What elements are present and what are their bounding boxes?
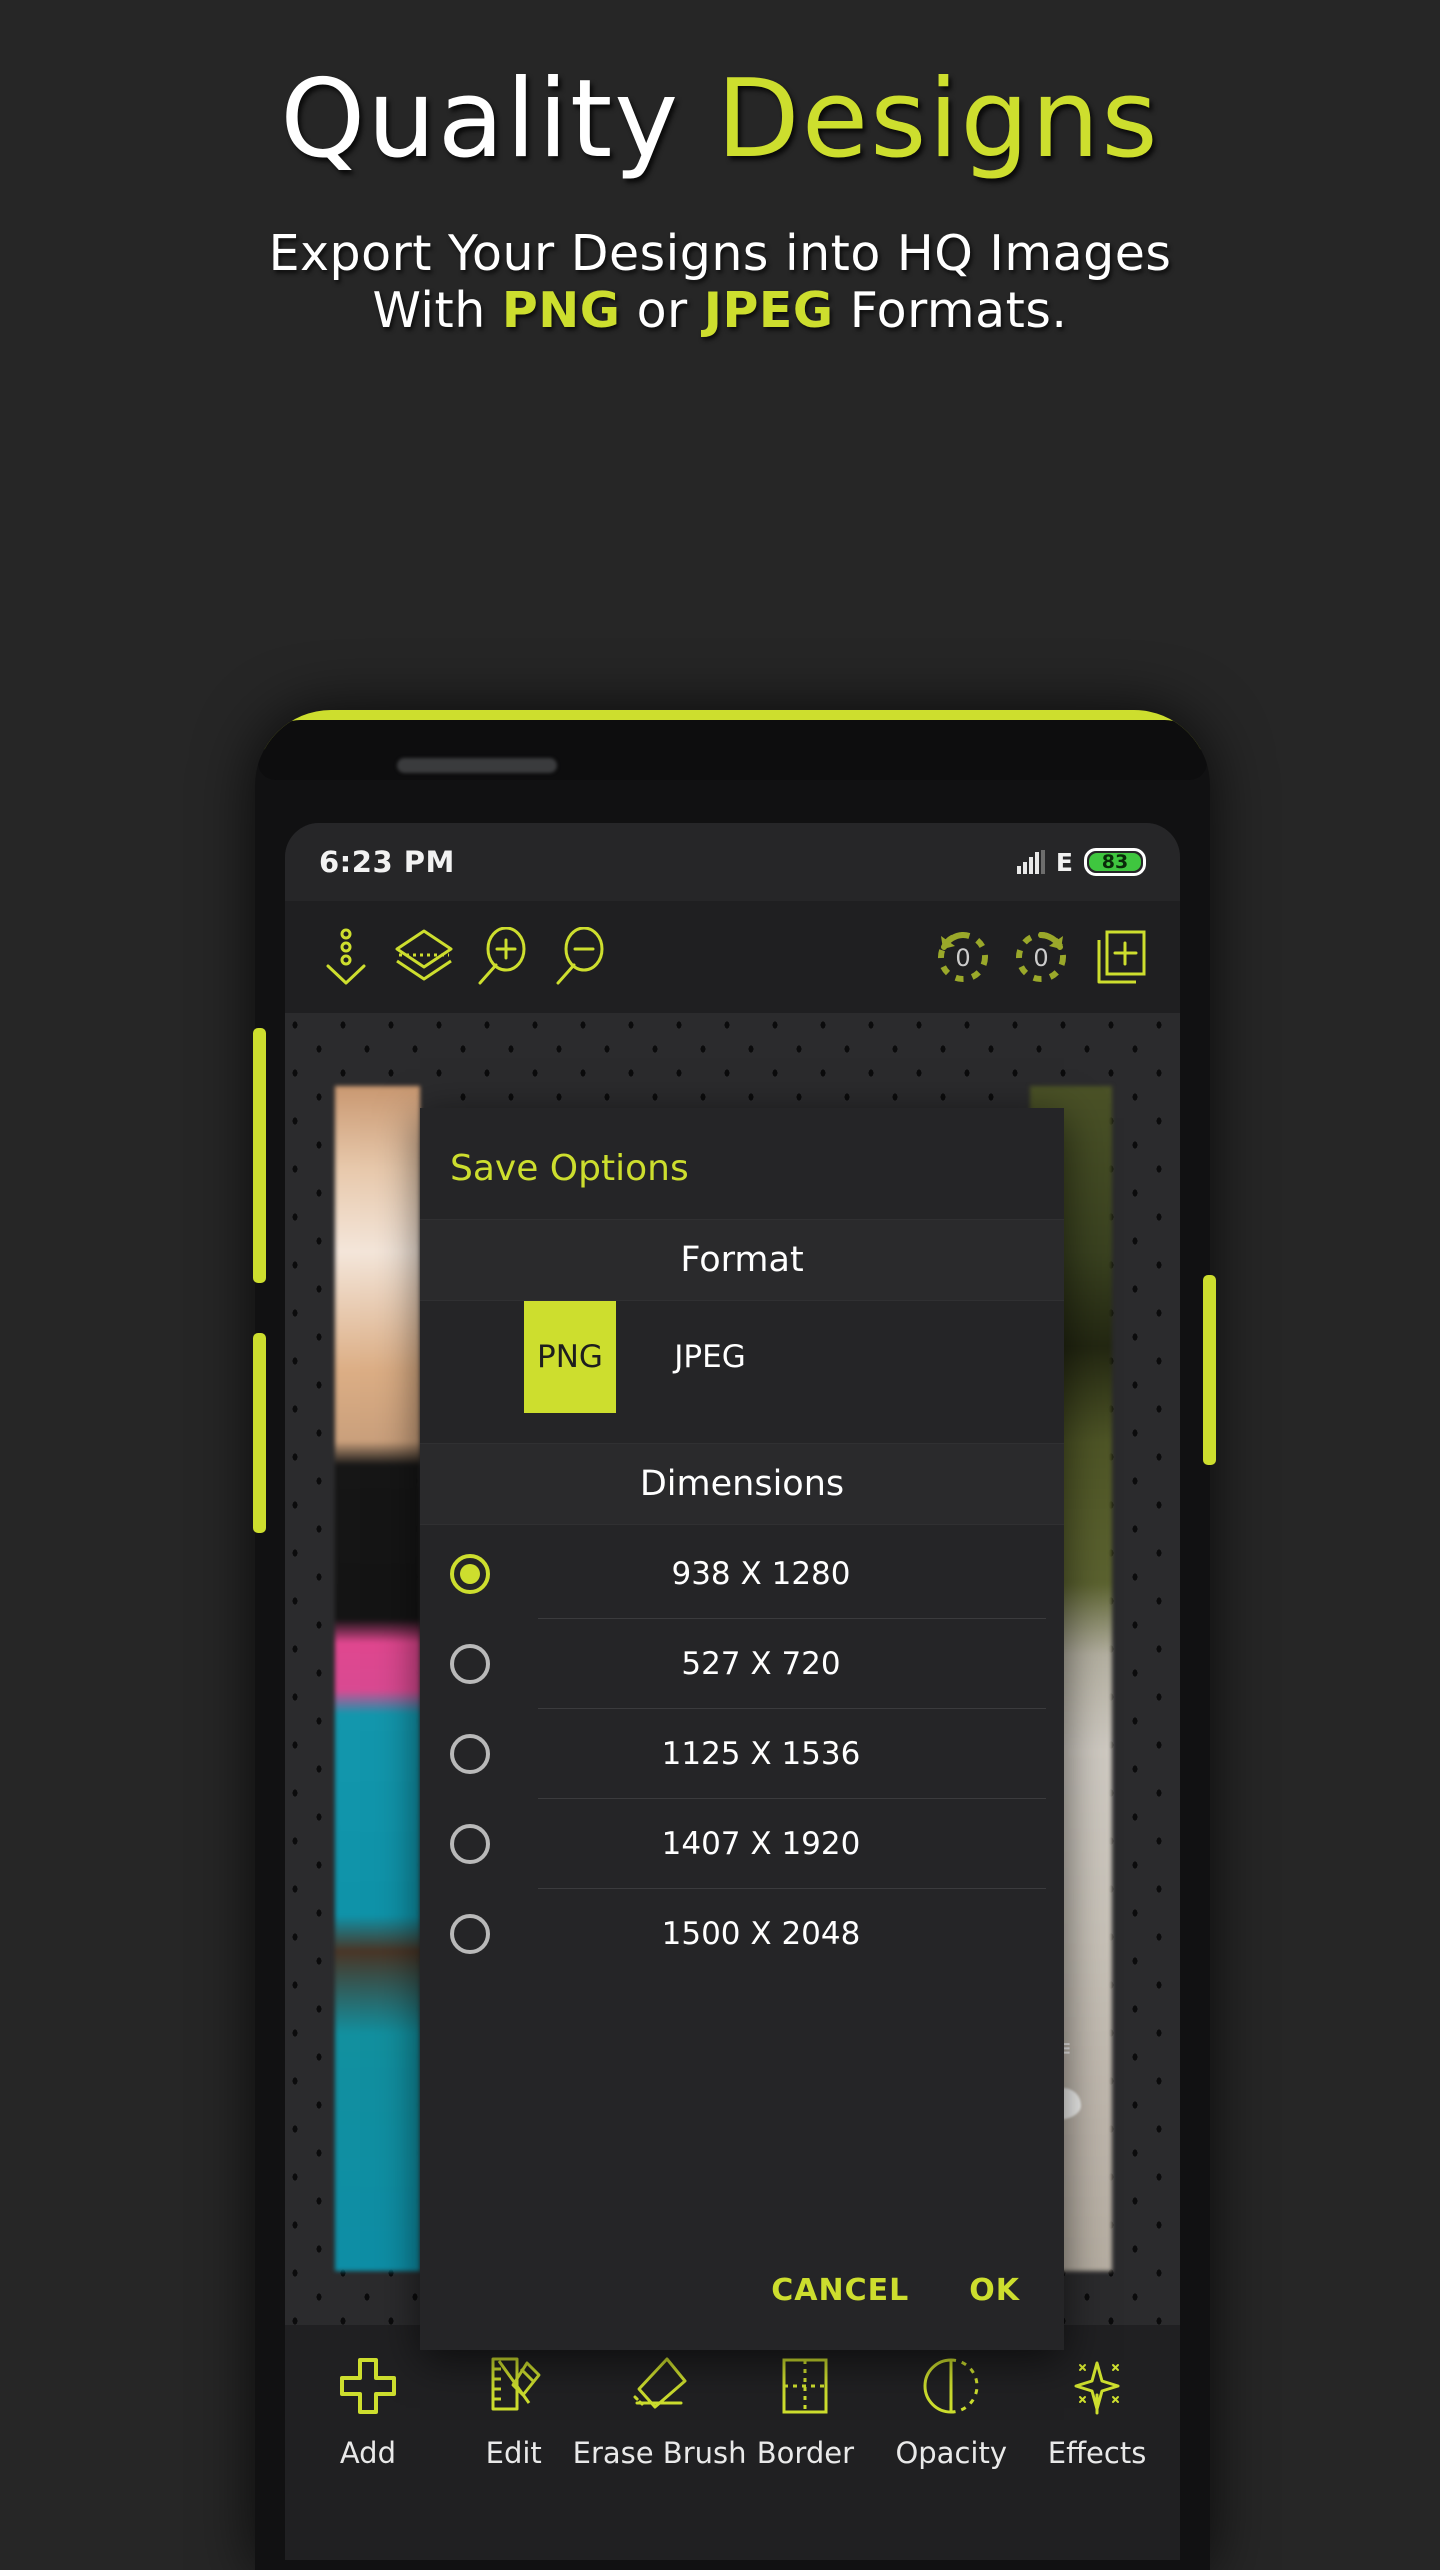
opacity-icon — [922, 2355, 980, 2422]
radio-button-2[interactable] — [450, 1733, 490, 1774]
pencil-ruler-icon — [483, 2355, 545, 2422]
format-row-spacer — [420, 1301, 524, 1413]
dimension-label-3: 1407 X 1920 — [661, 1825, 861, 1862]
eraser-icon — [629, 2355, 691, 2422]
plus-icon — [337, 2355, 399, 2422]
dialog-actions: CANCEL OK — [420, 2230, 1064, 2350]
subtitle-png: PNG — [501, 282, 621, 340]
page-title: Quality Designs — [0, 0, 1440, 179]
bottom-label-opacity: Opacity — [895, 2436, 1007, 2470]
bottom-item-add[interactable]: Add — [298, 2355, 438, 2470]
radio-button-3[interactable] — [450, 1823, 490, 1864]
dimension-row-1[interactable]: 527 X 720 — [420, 1619, 1064, 1708]
format-header: Format — [420, 1219, 1064, 1301]
bottom-label-erase-brush: Erase Brush — [572, 2436, 747, 2470]
svg-text:0: 0 — [1033, 944, 1048, 972]
format-option-png[interactable]: PNG — [524, 1301, 616, 1413]
ok-button[interactable]: OK — [969, 2273, 1020, 2308]
bottom-item-border[interactable]: Border — [735, 2355, 875, 2470]
status-indicators: E 83 — [1016, 847, 1146, 877]
save-download-icon[interactable] — [307, 918, 385, 996]
network-type-label: E — [1055, 847, 1073, 877]
top-toolbar: 0 0 — [285, 901, 1180, 1013]
subtitle-line-2: With PNG or JPEG Formats. — [0, 282, 1440, 340]
power-button[interactable] — [1203, 1275, 1216, 1465]
dimension-row-3[interactable]: 1407 X 1920 — [420, 1799, 1064, 1888]
save-options-dialog: Save Options Format PNG JPEG Dimensions … — [420, 1108, 1064, 2350]
bottom-item-edit[interactable]: Edit — [444, 2355, 584, 2470]
subtitle-formats: Formats. — [833, 282, 1068, 340]
subtitle-line-1: Export Your Designs into HQ Images — [268, 224, 1172, 282]
format-options: PNG JPEG — [420, 1301, 1064, 1413]
dimension-row-4[interactable]: 1500 X 2048 — [420, 1889, 1064, 1978]
status-bar: 6:23 PM E 83 — [285, 823, 1180, 901]
battery-icon: 83 — [1084, 848, 1146, 876]
bottom-item-opacity[interactable]: Opacity — [881, 2355, 1021, 2470]
page-subtitle: Export Your Designs into HQ Images With … — [0, 179, 1440, 341]
signal-bars-icon — [1016, 850, 1045, 874]
subtitle-jpeg: JPEG — [703, 282, 834, 340]
svg-text:0: 0 — [955, 944, 970, 972]
radio-button-0[interactable] — [450, 1553, 490, 1594]
border-icon — [776, 2355, 834, 2422]
dimension-row-0[interactable]: 938 X 1280 — [420, 1529, 1064, 1618]
zoom-in-icon[interactable] — [463, 918, 541, 996]
radio-button-4[interactable] — [450, 1913, 490, 1954]
dimensions-header: Dimensions — [420, 1443, 1064, 1525]
format-option-jpeg[interactable]: JPEG — [664, 1301, 756, 1413]
add-layer-icon[interactable] — [1080, 918, 1158, 996]
rotate-right-icon[interactable]: 0 — [1002, 918, 1080, 996]
cancel-button[interactable]: CANCEL — [771, 2273, 909, 2308]
radio-button-1[interactable] — [450, 1643, 490, 1684]
battery-percent-label: 83 — [1089, 851, 1141, 873]
bottom-label-effects: Effects — [1047, 2436, 1147, 2470]
promo-header: Quality Designs Export Your Designs into… — [0, 0, 1440, 340]
layers-icon[interactable] — [385, 918, 463, 996]
earpiece-speaker — [397, 758, 557, 773]
dimension-label-0: 938 X 1280 — [671, 1555, 851, 1592]
volume-up-button[interactable] — [253, 1028, 266, 1283]
subtitle-with: With — [372, 282, 502, 340]
bottom-item-erase-brush[interactable]: Erase Brush — [573, 2355, 747, 2470]
bottom-toolbar: Add Edit Erase Brush Border Opacity Effe… — [285, 2325, 1180, 2560]
rotate-left-icon[interactable]: 0 — [924, 918, 1002, 996]
subtitle-or: or — [620, 282, 704, 340]
status-clock: 6:23 PM — [319, 845, 455, 879]
volume-down-button[interactable] — [253, 1333, 266, 1533]
sparkle-icon — [1068, 2355, 1126, 2422]
canvas-photo-left — [335, 1086, 420, 2271]
zoom-out-icon[interactable] — [541, 918, 619, 996]
bottom-label-edit: Edit — [485, 2436, 542, 2470]
bottom-label-border: Border — [756, 2436, 854, 2470]
dimension-label-4: 1500 X 2048 — [661, 1915, 861, 1952]
bottom-item-effects[interactable]: Effects — [1027, 2355, 1167, 2470]
dialog-title: Save Options — [450, 1148, 689, 1189]
dimension-row-2[interactable]: 1125 X 1536 — [420, 1709, 1064, 1798]
title-word-quality: Quality — [280, 57, 717, 182]
dimension-label-1: 527 X 720 — [681, 1645, 841, 1682]
dimensions-list: 938 X 1280 527 X 720 1125 X 1536 1407 X … — [420, 1525, 1064, 1978]
bottom-label-add: Add — [339, 2436, 396, 2470]
title-word-designs: Designs — [716, 57, 1160, 182]
dimension-label-2: 1125 X 1536 — [661, 1735, 861, 1772]
